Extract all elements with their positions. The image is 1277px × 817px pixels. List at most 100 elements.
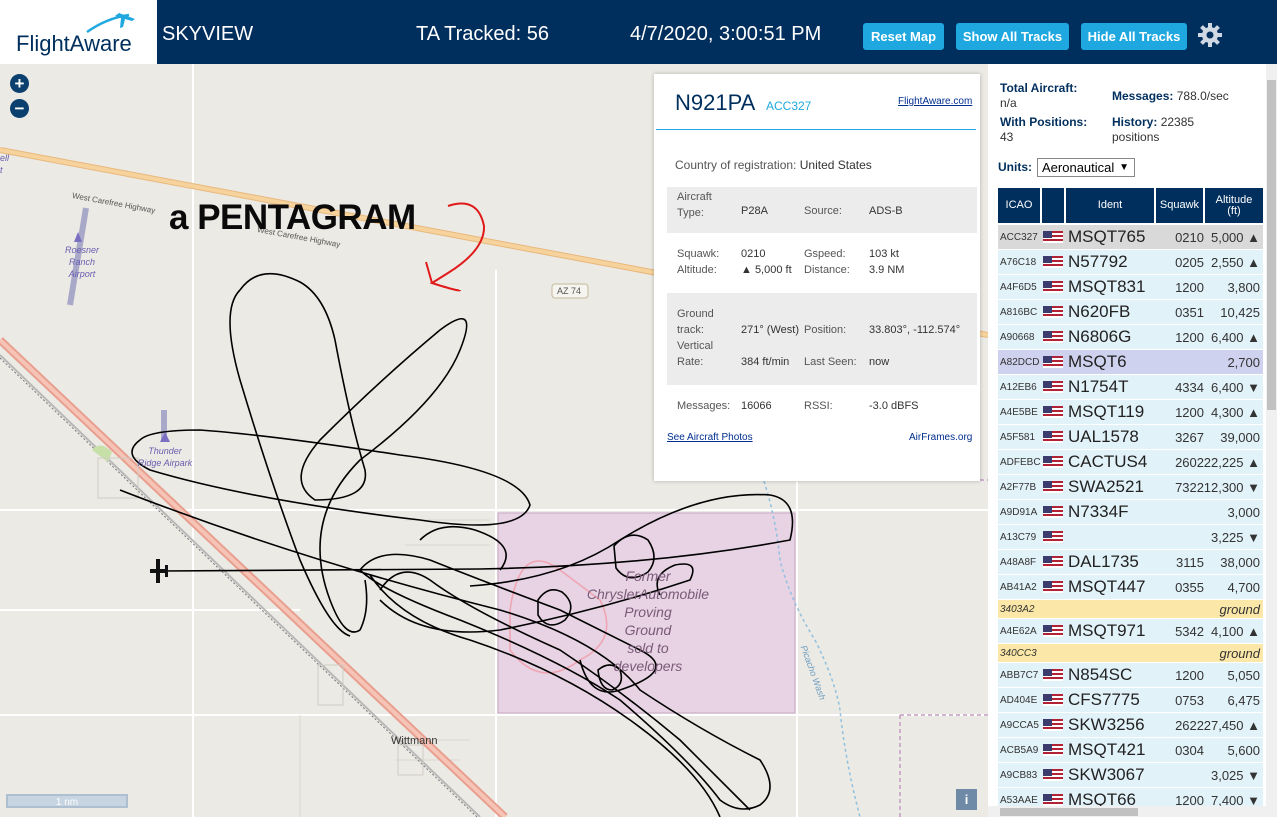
airframes-link[interactable]: AirFrames.org [909, 432, 972, 443]
track-value: 271° (West) [741, 324, 799, 336]
gear-icon[interactable] [1197, 22, 1223, 48]
rssi-value: -3.0 dBFS [869, 400, 919, 412]
messages-rate: Messages: 788.0/sec [1112, 89, 1229, 103]
us-flag-icon [1043, 575, 1063, 599]
row-icao: A5F581 [1000, 431, 1036, 443]
flightaware-link[interactable]: FlightAware.com [898, 96, 972, 107]
scale-bar: 1 nm [6, 794, 128, 808]
row-ident: MSQT119 [1068, 402, 1145, 421]
row-squawk: 1200 [1175, 329, 1204, 345]
registration: N921PA [675, 90, 756, 115]
aircraft-table-body: ACC327 MSQT765 0210 5,000 ▲ A76C18 N57792 0205… [998, 225, 1263, 813]
table-row[interactable]: A12EB6 N1754T 4334 6,400 ▼ [998, 375, 1263, 400]
table-row[interactable]: A816BC N620FB 0351 10,425 [998, 300, 1263, 325]
table-row[interactable]: ABB7C7 N854SC 1200 5,050 [998, 663, 1263, 688]
row-ident: CFS7775 [1068, 690, 1140, 709]
aircraft-marker-icon[interactable] [150, 559, 168, 583]
row-icao: ABB7C7 [1000, 669, 1039, 681]
row-squawk: 1200 [1175, 667, 1204, 683]
reset-map-button[interactable]: Reset Map [863, 23, 944, 50]
row-squawk: 7322 [1175, 479, 1204, 495]
row-altitude: 12,300 ▼ [1203, 479, 1260, 495]
divider [656, 129, 976, 130]
column-squawk[interactable]: Squawk [1156, 188, 1203, 223]
zoom-out-button[interactable]: − [10, 99, 29, 118]
row-altitude: 5,000 ▲ [1210, 229, 1260, 245]
table-row[interactable]: A9CCA5 SKW3256 2622 27,450 ▲ [998, 713, 1263, 738]
table-row[interactable]: A13C79 3,225 ▼ [998, 525, 1263, 550]
row-altitude: 3,025 ▼ [1210, 767, 1260, 783]
us-flag-icon [1043, 325, 1063, 349]
row-squawk: 0205 [1175, 254, 1204, 270]
vrate-label: Vertical [677, 340, 714, 352]
row-ident: N1754T [1068, 377, 1129, 396]
show-all-tracks-button[interactable]: Show All Tracks [956, 23, 1069, 50]
clock: 4/7/2020, 3:00:51 PM [630, 23, 822, 45]
hide-all-tracks-button[interactable]: Hide All Tracks [1081, 23, 1187, 50]
last-seen-label: Last Seen: [804, 356, 857, 368]
messages-label: Messages: [677, 400, 731, 412]
table-row[interactable]: 340CC3 ground [998, 644, 1263, 663]
horizontal-scrollbar-thumb[interactable] [1000, 808, 1138, 816]
vrate-value: 384 ft/min [741, 356, 790, 368]
table-row[interactable]: A2F77B SWA2521 7322 12,300 ▼ [998, 475, 1263, 500]
table-row[interactable]: A82DCD MSQT6 2,700 [998, 350, 1263, 375]
row-squawk [1156, 644, 1204, 662]
table-row[interactable]: AD404E CFS7775 0753 6,475 [998, 688, 1263, 713]
row-squawk [1156, 350, 1204, 374]
annotation-arrow [429, 202, 486, 292]
town-label: Wittmann [391, 735, 438, 747]
row-icao: A76C18 [1000, 256, 1037, 268]
table-row[interactable]: A4E5BE MSQT119 1200 4,300 ▲ [998, 400, 1263, 425]
column-icao[interactable]: ICAO [998, 188, 1040, 223]
row-altitude: 5,050 [1227, 667, 1260, 683]
row-squawk: 3267 [1175, 429, 1204, 445]
total-aircraft: Total Aircraft: [1000, 81, 1078, 95]
table-row[interactable]: A5F581 UAL1578 3267 39,000 [998, 425, 1263, 450]
row-altitude: ground [1219, 645, 1260, 661]
history: History: 22385 [1112, 115, 1195, 129]
flightaware-logo[interactable]: FlightAware [0, 0, 157, 64]
row-ident: N6806G [1068, 327, 1132, 346]
aircraft-type-label: Aircraft Type: [677, 191, 712, 219]
units-select[interactable]: Aeronautical ▼ [1037, 158, 1135, 177]
row-altitude: 3,000 [1227, 504, 1260, 520]
scrollbar-thumb[interactable] [1267, 80, 1276, 410]
row-altitude: 4,100 ▲ [1210, 623, 1260, 639]
us-flag-icon [1043, 300, 1063, 324]
dropdown-arrow-icon: ▼ [1119, 162, 1129, 173]
table-row[interactable]: A48A8F DAL1735 3115 38,000 [998, 550, 1263, 575]
table-row[interactable]: AB41A2 MSQT447 0355 4,700 [998, 575, 1263, 600]
us-flag-icon [1043, 525, 1063, 549]
table-row[interactable]: A4F6D5 MSQT831 1200 3,800 [998, 275, 1263, 300]
table-row[interactable]: A4E62A MSQT971 5342 4,100 ▲ [998, 619, 1263, 644]
us-flag-icon [1043, 425, 1063, 449]
altitude-value: ▲ 5,000 ft [741, 264, 792, 276]
table-row[interactable]: ACB5A9 MSQT421 0304 5,600 [998, 738, 1263, 763]
icao-code: ACC327 [766, 99, 812, 113]
table-row[interactable]: ADFEBC CACTUS4 2602 22,225 ▲ [998, 450, 1263, 475]
table-row[interactable]: A90668 N6806G 1200 6,400 ▲ [998, 325, 1263, 350]
zoom-in-button[interactable]: + [10, 74, 29, 93]
us-flag-icon [1043, 738, 1063, 762]
table-row[interactable]: 3403A2 ground [998, 600, 1263, 619]
row-icao: 3403A2 [1000, 603, 1035, 615]
column-ident[interactable]: Ident [1066, 188, 1154, 223]
table-row[interactable]: A9CB83 SKW3067 3,025 ▼ [998, 763, 1263, 788]
column-altitude[interactable]: Altitude (ft) [1205, 188, 1263, 223]
airport-label-roesner: Roesner Ranch Airport [64, 245, 100, 279]
info-button[interactable]: i [956, 789, 977, 810]
row-icao: A9D91A [1000, 506, 1038, 518]
aircraft-photos-link[interactable]: See Aircraft Photos [667, 432, 753, 443]
row-ident: CACTUS4 [1068, 452, 1148, 471]
with-positions: With Positions: [1000, 115, 1088, 129]
row-squawk [1156, 763, 1204, 787]
row-ident: N57792 [1068, 252, 1128, 271]
row-ident: MSQT971 [1068, 621, 1146, 640]
us-flag-icon [1043, 450, 1063, 474]
table-row[interactable]: A9D91A N7334F 3,000 [998, 500, 1263, 525]
row-icao: ACC327 [1000, 231, 1038, 243]
table-row[interactable]: ACC327 MSQT765 0210 5,000 ▲ [998, 225, 1263, 250]
column-flag[interactable] [1042, 188, 1064, 223]
table-row[interactable]: A76C18 N57792 0205 2,550 ▲ [998, 250, 1263, 275]
